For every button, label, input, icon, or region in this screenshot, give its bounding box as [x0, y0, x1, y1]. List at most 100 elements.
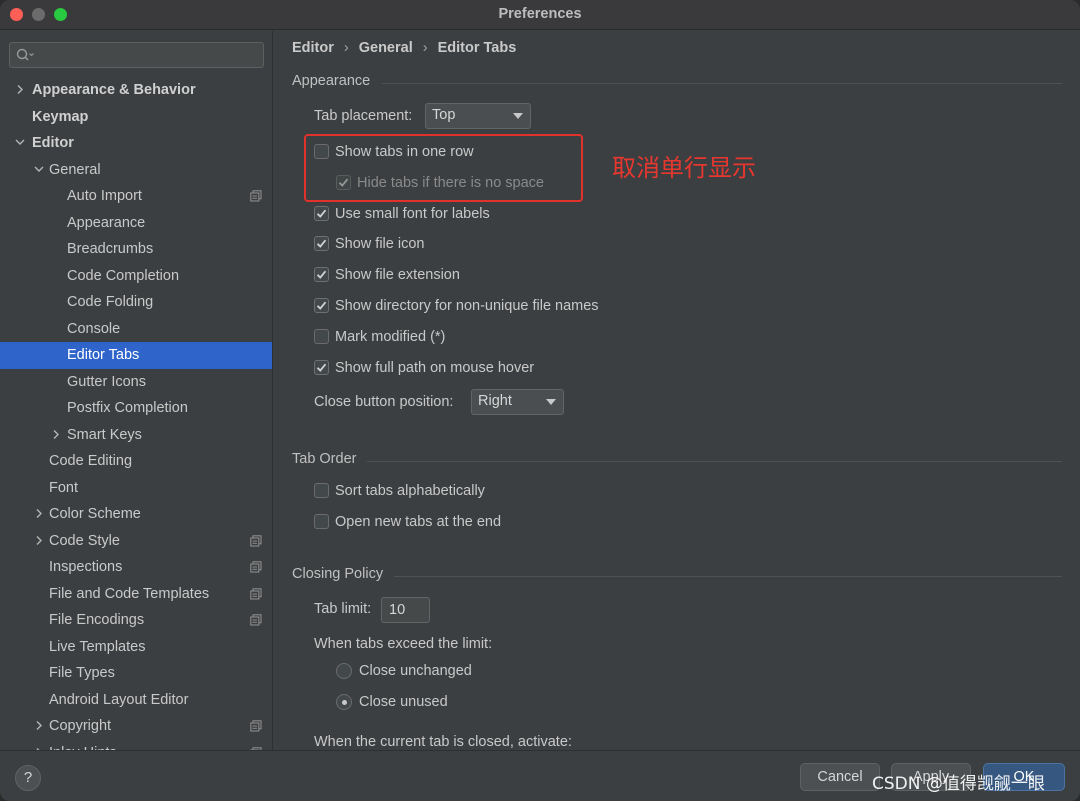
section-title-tab-order: Tab Order — [292, 451, 357, 467]
sidebar-item-code-completion[interactable]: Code Completion — [0, 263, 272, 290]
close-unchanged-radio[interactable] — [336, 663, 352, 679]
sidebar-item-label: Code Editing — [49, 453, 133, 469]
annotation-text: 取消单行显示 — [612, 154, 756, 182]
project-settings-icon — [250, 190, 262, 202]
sidebar-item-label: General — [49, 161, 101, 178]
small-font-checkbox[interactable] — [314, 206, 329, 221]
cancel-button[interactable]: Cancel — [800, 763, 880, 791]
project-settings-icon — [250, 614, 262, 626]
sidebar-item-label: Font — [49, 479, 79, 496]
sidebar-item-auto-import[interactable]: Auto Import — [0, 183, 272, 210]
sort-alphabetically-checkbox[interactable] — [314, 483, 329, 498]
chevron-right-icon[interactable] — [33, 713, 45, 739]
title-bar: Preferences — [0, 0, 1080, 30]
sidebar-item-label: Code Folding — [67, 294, 154, 310]
breadcrumb-separator-icon: › — [422, 40, 428, 56]
checkmark-icon — [316, 301, 327, 310]
exceed-limit-label: When tabs exceed the limit: — [314, 636, 493, 652]
sidebar-item-inlay-hints[interactable]: Inlay Hints — [0, 740, 272, 751]
sidebar-item-label: Smart Keys — [67, 426, 142, 443]
sidebar-item-file-types[interactable]: File Types — [0, 660, 272, 687]
sidebar-item-postfix-completion[interactable]: Postfix Completion — [0, 395, 272, 422]
chevron-right-icon[interactable] — [33, 528, 45, 554]
sidebar-item-code-editing[interactable]: Code Editing — [0, 448, 272, 475]
close-unused-label: Close unused — [359, 694, 448, 710]
sidebar-item-label: Inspections — [49, 559, 123, 575]
mark-modified-checkbox[interactable] — [314, 329, 329, 344]
sidebar-item-file-and-code-templates[interactable]: File and Code Templates — [0, 581, 272, 608]
close-unused-radio[interactable] — [336, 694, 352, 710]
project-settings-icon — [250, 587, 262, 600]
sidebar-item-general[interactable]: General — [0, 157, 272, 184]
activate-on-close-label: When the current tab is closed, activate… — [314, 734, 572, 750]
open-at-end-checkbox[interactable] — [314, 514, 329, 529]
chevron-down-icon[interactable] — [14, 130, 26, 156]
sidebar-item-label: Copyright — [49, 718, 112, 734]
section-divider — [367, 461, 1062, 462]
window-title: Preferences — [498, 6, 582, 22]
sidebar-item-label: Editor — [32, 135, 74, 151]
close-button-position-select[interactable]: Right — [471, 389, 564, 415]
breadcrumb: Editor › General › Editor Tabs — [292, 40, 516, 56]
sidebar-item-editor[interactable]: Editor — [0, 130, 272, 157]
sidebar-item-label: Android Layout Editor — [49, 691, 189, 708]
breadcrumb-separator-icon: › — [343, 40, 349, 56]
sidebar-item-live-templates[interactable]: Live Templates — [0, 634, 272, 661]
sidebar-item-smart-keys[interactable]: Smart Keys — [0, 422, 272, 449]
chevron-right-icon[interactable] — [14, 77, 26, 103]
tab-limit-input[interactable] — [382, 598, 429, 622]
sidebar-item-android-layout-editor[interactable]: Android Layout Editor — [0, 687, 272, 714]
sidebar-item-copyright[interactable]: Copyright — [0, 713, 272, 740]
settings-sidebar: Appearance & Behavior Keymap Editor General… — [0, 31, 273, 750]
sidebar-item-code-folding[interactable]: Code Folding — [0, 289, 272, 316]
section-divider — [382, 83, 1062, 84]
help-button[interactable]: ? — [15, 765, 41, 791]
sidebar-item-label: Keymap — [32, 108, 89, 125]
project-settings-icon — [250, 720, 262, 732]
chevron-down-icon[interactable] — [33, 157, 45, 183]
show-directory-checkbox[interactable] — [314, 298, 329, 313]
sidebar-item-font[interactable]: Font — [0, 475, 272, 502]
sidebar-item-appearance[interactable]: Appearance — [0, 210, 272, 237]
tab-placement-select[interactable]: Top — [425, 103, 531, 129]
sidebar-item-gutter-icons[interactable]: Gutter Icons — [0, 369, 272, 396]
settings-search-input[interactable] — [36, 43, 261, 67]
chevron-right-icon[interactable] — [33, 501, 45, 527]
sidebar-item-inspections[interactable]: Inspections — [0, 554, 272, 581]
full-path-hover-checkbox[interactable] — [314, 360, 329, 375]
tab-limit-field[interactable] — [381, 597, 430, 623]
sidebar-item-label: Editor Tabs — [67, 347, 140, 363]
project-settings-icon — [250, 534, 262, 547]
sidebar-item-label: Postfix Completion — [67, 400, 188, 416]
sidebar-item-label: Gutter Icons — [67, 373, 146, 390]
settings-search[interactable] — [9, 42, 264, 68]
checkmark-icon — [316, 239, 327, 248]
sidebar-item-label: Auto Import — [67, 188, 142, 204]
sidebar-item-appearance-behavior[interactable]: Appearance & Behavior — [0, 77, 272, 104]
show-file-extension-label: Show file extension — [335, 267, 460, 283]
breadcrumb-part-editor-tabs: Editor Tabs — [437, 40, 517, 56]
open-at-end-label: Open new tabs at the end — [335, 514, 502, 530]
show-directory-label: Show directory for non-unique file names — [335, 298, 599, 314]
sidebar-item-label: File and Code Templates — [49, 585, 210, 602]
sidebar-item-editor-tabs[interactable]: Editor Tabs — [0, 342, 272, 369]
chevron-right-icon[interactable] — [50, 422, 62, 448]
show-file-icon-checkbox[interactable] — [314, 236, 329, 251]
csdn-watermark: CSDN @值得觊觎一眼 — [872, 774, 1045, 794]
chevron-right-icon[interactable] — [33, 740, 45, 751]
sidebar-item-console[interactable]: Console — [0, 316, 272, 343]
breadcrumb-part-general[interactable]: General — [359, 40, 413, 56]
sidebar-item-label: Inlay Hints — [49, 740, 117, 751]
sidebar-item-file-encodings[interactable]: File Encodings — [0, 607, 272, 634]
sidebar-item-code-style[interactable]: Code Style — [0, 528, 272, 555]
mark-modified-label: Mark modified (*) — [335, 329, 446, 345]
sidebar-item-label: File Types — [49, 665, 115, 681]
sidebar-item-keymap[interactable]: Keymap — [0, 104, 272, 131]
sidebar-item-color-scheme[interactable]: Color Scheme — [0, 501, 272, 528]
breadcrumb-part-editor[interactable]: Editor — [292, 40, 334, 56]
sidebar-item-label: Color Scheme — [49, 506, 141, 522]
sidebar-item-label: Code Style — [49, 532, 120, 549]
search-icon — [16, 48, 34, 61]
show-file-extension-checkbox[interactable] — [314, 267, 329, 282]
sidebar-item-breadcrumbs[interactable]: Breadcrumbs — [0, 236, 272, 263]
